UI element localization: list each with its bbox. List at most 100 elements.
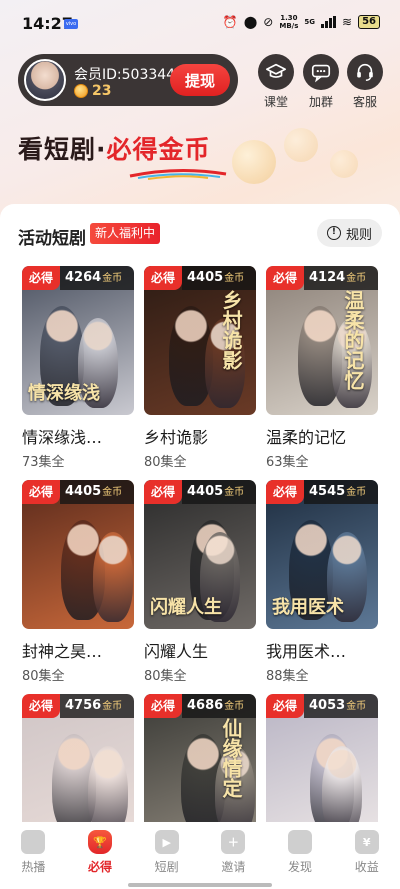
guaranteed-label: 必得 bbox=[144, 266, 182, 290]
money-bag-icon: ¥ bbox=[354, 830, 379, 854]
nav-tab-1[interactable]: 🏆 必得 bbox=[67, 822, 134, 889]
drama-title: 封神之昊… bbox=[22, 642, 103, 661]
coin-reward-amount: 4756 bbox=[65, 698, 102, 713]
nav-label: 收益 bbox=[354, 860, 379, 874]
nav-tab-4[interactable]: 发现 bbox=[267, 822, 334, 889]
net-speed-value: 1.30 bbox=[280, 14, 298, 22]
rules-button[interactable]: ! 规则 bbox=[316, 219, 382, 247]
drama-card[interactable]: 必得 4405金币 封神之昊… 80集全 bbox=[22, 480, 134, 684]
rainbow-swoosh-decoration bbox=[129, 168, 227, 180]
reward-badge: 必得 4405金币 bbox=[144, 480, 256, 504]
nav-tab-3[interactable]: ＋ 邀请 bbox=[200, 822, 267, 889]
avatar[interactable] bbox=[24, 59, 66, 101]
drama-episodes: 80集全 bbox=[22, 669, 65, 684]
coin-unit: 金币 bbox=[346, 701, 367, 712]
nav-label: 邀请 bbox=[221, 860, 246, 874]
section-title: 活动短剧 bbox=[18, 229, 86, 249]
coin-reward: 4124金币 bbox=[304, 266, 378, 290]
battery-icon: 56 bbox=[358, 15, 380, 29]
drama-card[interactable]: 温柔的记忆 必得 4124金币 温柔的记忆 63集全 bbox=[266, 266, 378, 470]
guaranteed-label: 必得 bbox=[266, 266, 304, 290]
nav-label: 发现 bbox=[288, 860, 313, 874]
quick-link-join-group[interactable]: 加群 bbox=[301, 54, 341, 110]
drama-title: 乡村诡影 bbox=[144, 428, 209, 447]
drama-poster: 必得 4053金币 bbox=[266, 694, 378, 843]
quick-link-label: 课堂 bbox=[263, 95, 288, 109]
coin-reward-amount: 4264 bbox=[65, 270, 102, 285]
guaranteed-label: 必得 bbox=[22, 694, 60, 718]
coin-count: 23 bbox=[92, 83, 112, 99]
info-icon: ! bbox=[326, 226, 341, 240]
compass-icon bbox=[288, 830, 313, 854]
reward-badge: 必得 4686金币 bbox=[144, 694, 256, 718]
withdraw-button[interactable]: 提现 bbox=[170, 64, 230, 96]
coin-decoration bbox=[330, 150, 358, 178]
guaranteed-label: 必得 bbox=[266, 480, 304, 504]
drama-title: 温柔的记忆 bbox=[266, 428, 347, 447]
bottom-navigation: 热播 🏆 必得 ▶ 短剧 ＋ 邀请 发现 ¥ 收益 bbox=[0, 822, 400, 889]
coin-reward-amount: 4053 bbox=[309, 698, 346, 713]
coin-reward-amount: 4545 bbox=[309, 484, 346, 499]
coin-reward-amount: 4405 bbox=[65, 484, 102, 499]
drama-episodes: 73集全 bbox=[22, 455, 65, 470]
quick-link-classroom[interactable]: 课堂 bbox=[256, 54, 296, 110]
location-icon: ⬤ bbox=[243, 15, 258, 29]
graduation-cap-icon bbox=[258, 54, 294, 90]
alarm-icon: ⏰ bbox=[222, 15, 238, 29]
coin-reward-amount: 4124 bbox=[309, 270, 346, 285]
quick-link-label: 加群 bbox=[308, 95, 333, 109]
drama-card[interactable]: 情深缘浅 必得 4264金币 情深缘浅… 73集全 bbox=[22, 266, 134, 470]
drama-card[interactable]: 我用医术 必得 4545金币 我用医术… 88集全 bbox=[266, 480, 378, 684]
drama-poster: 温柔的记忆 必得 4124金币 bbox=[266, 266, 378, 415]
coin-reward: 4405金币 bbox=[182, 480, 256, 504]
poster-title-text: 闪耀人生 bbox=[150, 597, 222, 618]
home-indicator bbox=[128, 883, 272, 887]
newbie-benefit-tag: 新人福利中 bbox=[90, 223, 161, 244]
nav-tab-0[interactable]: 热播 bbox=[0, 822, 67, 889]
nav-tab-2[interactable]: ▶ 短剧 bbox=[133, 822, 200, 889]
headset-icon bbox=[347, 54, 383, 90]
coin-reward: 4405金币 bbox=[182, 266, 256, 290]
coin-unit: 金币 bbox=[224, 273, 245, 284]
reward-badge: 必得 4756金币 bbox=[22, 694, 134, 718]
coin-decoration bbox=[284, 128, 318, 162]
drama-episodes: 63集全 bbox=[266, 455, 309, 470]
drama-episodes: 88集全 bbox=[266, 669, 309, 684]
coin-reward: 4545金币 bbox=[304, 480, 378, 504]
drama-card[interactable]: 乡村诡影 必得 4405金币 乡村诡影 80集全 bbox=[144, 266, 256, 470]
coin-reward-amount: 4405 bbox=[187, 484, 224, 499]
coin-decoration bbox=[232, 140, 276, 184]
coin-balance: 23 bbox=[74, 83, 111, 99]
quick-link-customer-service[interactable]: 客服 bbox=[345, 54, 385, 110]
member-card: 会员ID:503344 23 提现 bbox=[18, 54, 238, 106]
nav-label: 热播 bbox=[21, 860, 46, 874]
guaranteed-label: 必得 bbox=[266, 694, 304, 718]
gift-plus-icon: ＋ bbox=[221, 830, 246, 854]
wifi-icon: ≋ bbox=[342, 15, 353, 29]
coin-reward-amount: 4405 bbox=[187, 270, 224, 285]
drama-title: 我用医术… bbox=[266, 642, 347, 661]
member-id: 会员ID:503344 bbox=[74, 67, 176, 83]
reward-badge: 必得 4124金币 bbox=[266, 266, 378, 290]
drama-card[interactable]: 闪耀人生 必得 4405金币 闪耀人生 80集全 bbox=[144, 480, 256, 684]
coin-reward: 4756金币 bbox=[60, 694, 134, 718]
drama-poster: 我用医术 必得 4545金币 bbox=[266, 480, 378, 629]
status-bar: 14:27 vivo ⏰ ⬤ ⊘ 1.30 MB/s 5G ≋ 56 bbox=[0, 0, 400, 48]
drama-grid: 情深缘浅 必得 4264金币 情深缘浅… 73集全 乡村诡影 必得 4405金币… bbox=[22, 266, 378, 889]
poster-figure bbox=[93, 532, 133, 622]
reward-badge: 必得 4405金币 bbox=[22, 480, 134, 504]
signal-icon bbox=[321, 16, 337, 28]
drama-poster: 闪耀人生 必得 4405金币 bbox=[144, 480, 256, 629]
trophy-icon: 🏆 bbox=[88, 830, 112, 854]
coin-reward: 4264金币 bbox=[60, 266, 134, 290]
drama-poster: 情深缘浅 必得 4264金币 bbox=[22, 266, 134, 415]
nav-tab-5[interactable]: ¥ 收益 bbox=[333, 822, 400, 889]
nav-label: 短剧 bbox=[154, 860, 179, 874]
quick-link-label: 客服 bbox=[352, 95, 377, 109]
chat-group-icon bbox=[303, 54, 339, 90]
poster-title-text: 乡村诡影 bbox=[219, 290, 243, 370]
net-speed-unit: MB/s bbox=[279, 22, 299, 30]
poster-title-text: 我用医术 bbox=[272, 597, 344, 618]
app-badge-icon: vivo bbox=[64, 19, 78, 29]
network-type: 5G bbox=[304, 18, 316, 26]
